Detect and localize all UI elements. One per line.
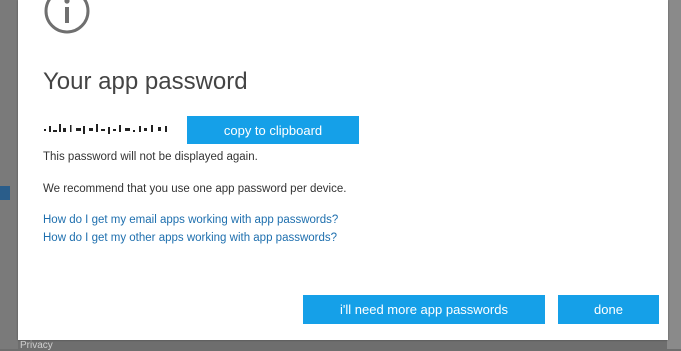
background-page-right bbox=[667, 0, 681, 349]
done-button[interactable]: done bbox=[558, 295, 659, 324]
more-app-passwords-button[interactable]: i'll need more app passwords bbox=[303, 295, 545, 324]
email-apps-help-link[interactable]: How do I get my email apps working with … bbox=[43, 214, 338, 226]
copy-to-clipboard-button[interactable]: copy to clipboard bbox=[187, 116, 359, 144]
dialog-title: Your app password bbox=[43, 68, 248, 95]
other-apps-help-link[interactable]: How do I get my other apps working with … bbox=[43, 232, 337, 244]
masked-password-value[interactable] bbox=[43, 122, 183, 138]
password-not-displayed-note: This password will not be displayed agai… bbox=[43, 151, 258, 163]
background-accent-block bbox=[0, 186, 10, 200]
app-password-dialog: Your app password copy to clipboard This… bbox=[18, 0, 668, 340]
background-footer-text: Privacy bbox=[20, 340, 53, 351]
info-icon bbox=[44, 0, 90, 34]
one-password-per-device-note: We recommend that you use one app passwo… bbox=[43, 183, 347, 195]
background-page-left bbox=[0, 0, 18, 349]
